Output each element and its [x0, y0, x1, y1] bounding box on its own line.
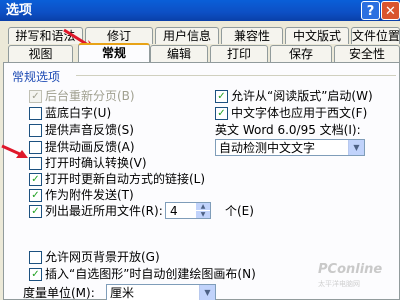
drawing-canvas-label[interactable]: 插入“自选图形”时自动创建绘图画布(N) — [45, 267, 256, 281]
tab-chinese-typography[interactable]: 中文版式 — [285, 27, 349, 44]
pointer-arrow-icon — [1, 144, 28, 158]
update-links-checkbox[interactable]: ✓ — [29, 173, 42, 186]
recent-files-count-stepper[interactable]: 4 ▲ ▼ — [165, 202, 211, 219]
options-dialog: 选项 ? ✕ 拼写和语法 修订 用户信息 兼容性 中文版式 文件位置 视图 常规… — [0, 0, 400, 300]
tab-file-locations[interactable]: 文件位置 — [351, 27, 400, 44]
send-as-attachment-checkbox[interactable]: ✓ — [29, 189, 42, 202]
background-repagination-label: 后台重新分页(B) — [45, 89, 135, 103]
sound-feedback-label[interactable]: 提供声音反馈(S) — [45, 123, 134, 137]
word-doc-select-value: 自动检测中文文字 — [219, 141, 316, 155]
measurement-units-select[interactable]: 厘米 ▼ — [106, 284, 216, 300]
reading-layout-checkbox[interactable]: ✓ — [215, 90, 228, 103]
blue-background-checkbox[interactable] — [29, 107, 42, 120]
tab-security[interactable]: 安全性 — [334, 45, 400, 62]
tab-user-info[interactable]: 用户信息 — [155, 27, 219, 44]
word-doc-select[interactable]: 自动检测中文文字 ▼ — [215, 139, 365, 156]
background-repagination-checkbox: ✓ — [29, 90, 42, 103]
tab-edit[interactable]: 编辑 — [150, 45, 208, 62]
tab-print[interactable]: 打印 — [210, 45, 268, 62]
chinese-font-western-checkbox[interactable]: ✓ — [215, 107, 228, 120]
animation-feedback-label[interactable]: 提供动画反馈(A) — [45, 140, 135, 154]
confirm-conversion-label[interactable]: 打开时确认转换(V) — [45, 156, 147, 170]
recent-files-count-value: 4 — [170, 204, 178, 218]
recent-files-label[interactable]: 列出最近所用文件(R): — [45, 204, 163, 218]
word-doc-label: 英文 Word 6.0/95 文档(I): — [215, 123, 361, 137]
update-links-label[interactable]: 打开时更新自动方式的链接(L) — [45, 172, 205, 186]
animation-feedback-checkbox[interactable] — [29, 141, 42, 154]
tab-general[interactable]: 常规 — [78, 43, 150, 62]
chevron-down-icon[interactable]: ▼ — [348, 140, 364, 155]
drawing-canvas-checkbox[interactable]: ✓ — [29, 268, 42, 281]
close-button[interactable]: ✕ — [381, 1, 400, 20]
chinese-font-western-label[interactable]: 中文字体也应用于西文(F) — [231, 106, 367, 120]
group-divider — [76, 75, 396, 76]
watermark-logo: PConline — [318, 262, 383, 277]
help-button[interactable]: ? — [361, 1, 380, 20]
measurement-units-label: 度量单位(M): — [23, 286, 95, 300]
chevron-down-icon[interactable]: ▼ — [199, 285, 215, 300]
watermark-subtitle: 太平洋电脑网 — [318, 280, 360, 288]
recent-files-unit-label: 个(E) — [225, 204, 254, 218]
recent-files-checkbox[interactable]: ✓ — [29, 205, 42, 218]
group-label: 常规选项 — [12, 70, 61, 84]
blue-background-label[interactable]: 蓝底白字(U) — [45, 106, 111, 120]
sound-feedback-checkbox[interactable] — [29, 124, 42, 137]
title-bar: 选项 ? ✕ — [0, 0, 400, 21]
reading-layout-label[interactable]: 允许从“阅读版式”启动(W) — [231, 89, 373, 103]
stepper-up-icon[interactable]: ▲ — [196, 203, 210, 210]
send-as-attachment-label[interactable]: 作为附件发送(T) — [45, 188, 134, 202]
tab-save[interactable]: 保存 — [270, 45, 332, 62]
web-background-label[interactable]: 允许网页背景开放(G) — [45, 250, 160, 264]
tab-compatibility[interactable]: 兼容性 — [221, 27, 283, 44]
stepper-down-icon[interactable]: ▼ — [196, 211, 210, 218]
window-title: 选项 — [6, 3, 33, 18]
measurement-units-value: 厘米 — [110, 286, 135, 300]
web-background-checkbox[interactable] — [29, 251, 42, 264]
confirm-conversion-checkbox[interactable] — [29, 157, 42, 170]
